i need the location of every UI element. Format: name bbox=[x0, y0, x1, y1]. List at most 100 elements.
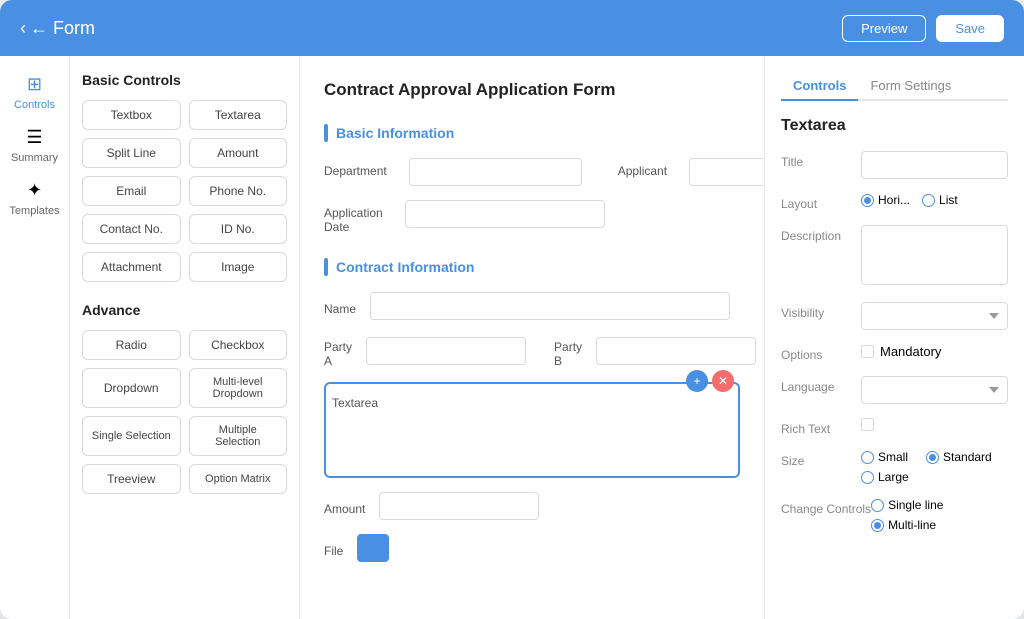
control-checkbox[interactable]: Checkbox bbox=[189, 330, 288, 360]
layout-hori-option[interactable]: Hori... bbox=[861, 193, 910, 207]
change-single-option[interactable]: Single line bbox=[871, 498, 943, 512]
control-phoneno[interactable]: Phone No. bbox=[189, 176, 288, 206]
size-small-radio bbox=[861, 451, 874, 464]
prop-richtext-label: Rich Text bbox=[781, 418, 861, 436]
control-dropdown[interactable]: Dropdown bbox=[82, 368, 181, 408]
prop-richtext-row: Rich Text bbox=[781, 418, 1008, 436]
advance-controls-grid: Radio Checkbox Dropdown Multi-level Drop… bbox=[82, 330, 287, 494]
name-row: Name bbox=[324, 292, 740, 320]
prop-language-row: Language bbox=[781, 376, 1008, 404]
sidebar-item-controls[interactable]: ⊞ Controls bbox=[0, 66, 69, 119]
partyb-label: Party B bbox=[554, 334, 582, 368]
prop-change-row: Change Controls Single line Multi-line bbox=[781, 498, 1008, 532]
tab-controls[interactable]: Controls bbox=[781, 72, 858, 101]
visibility-select[interactable] bbox=[861, 302, 1008, 330]
prop-visibility-value bbox=[861, 302, 1008, 330]
preview-button[interactable]: Preview bbox=[842, 15, 926, 42]
basic-controls-grid: Textbox Textarea Split Line Amount Email… bbox=[82, 100, 287, 282]
control-treeview[interactable]: Treeview bbox=[82, 464, 181, 494]
prop-layout-row: Layout Hori... List bbox=[781, 193, 1008, 211]
tab-form-settings[interactable]: Form Settings bbox=[858, 72, 963, 101]
size-large-option[interactable]: Large bbox=[861, 470, 909, 484]
control-email[interactable]: Email bbox=[82, 176, 181, 206]
control-idno[interactable]: ID No. bbox=[189, 214, 288, 244]
section-bar-contract bbox=[324, 258, 328, 276]
applicant-input[interactable] bbox=[689, 158, 764, 186]
header-title: ← Form bbox=[30, 18, 95, 39]
prop-description-row: Description bbox=[781, 225, 1008, 288]
layout-hori-label: Hori... bbox=[878, 193, 910, 207]
prop-title-value bbox=[861, 151, 1008, 179]
partya-input[interactable] bbox=[366, 337, 526, 365]
size-small-option[interactable]: Small bbox=[861, 450, 908, 464]
save-button[interactable]: Save bbox=[936, 15, 1004, 42]
layout-hori-radio bbox=[861, 194, 874, 207]
change-single-label: Single line bbox=[888, 498, 943, 512]
sidebar-item-templates[interactable]: ✦ Templates bbox=[0, 172, 69, 225]
controls-panel: Basic Controls Textbox Textarea Split Li… bbox=[70, 56, 300, 619]
layout-list-label: List bbox=[939, 193, 958, 207]
contract-info-title: Contract Information bbox=[336, 259, 474, 275]
richtext-checkbox[interactable] bbox=[861, 418, 874, 431]
contract-info-header: Contract Information bbox=[324, 258, 740, 276]
control-option-matrix[interactable]: Option Matrix bbox=[189, 464, 288, 494]
control-radio[interactable]: Radio bbox=[82, 330, 181, 360]
textarea-del-btn[interactable]: ✕ bbox=[712, 370, 734, 392]
appdate-label: ApplicationDate bbox=[324, 200, 383, 234]
control-contactno[interactable]: Contact No. bbox=[82, 214, 181, 244]
prop-title-row: Title bbox=[781, 151, 1008, 179]
header-actions: Preview Save bbox=[842, 15, 1004, 42]
textarea-container: + ✕ Textarea bbox=[324, 382, 740, 478]
form-title: Contract Approval Application Form bbox=[324, 80, 740, 100]
control-amount[interactable]: Amount bbox=[189, 138, 288, 168]
layout-list-option[interactable]: List bbox=[922, 193, 958, 207]
description-textarea[interactable] bbox=[861, 225, 1008, 285]
size-row-1: Small Standard bbox=[861, 450, 1008, 464]
file-upload-btn[interactable] bbox=[357, 534, 389, 562]
title-input[interactable] bbox=[861, 151, 1008, 179]
change-singleline: Single line bbox=[871, 498, 1008, 512]
control-single-selection[interactable]: Single Selection bbox=[82, 416, 181, 456]
control-attachment[interactable]: Attachment bbox=[82, 252, 181, 282]
partyb-input[interactable] bbox=[596, 337, 756, 365]
department-input[interactable] bbox=[409, 158, 582, 186]
mandatory-checkbox[interactable] bbox=[861, 345, 874, 358]
partya-label: Party A bbox=[324, 334, 352, 368]
control-image[interactable]: Image bbox=[189, 252, 288, 282]
size-standard-option[interactable]: Standard bbox=[926, 450, 992, 464]
basic-row-2: ApplicationDate bbox=[324, 200, 740, 234]
change-multi-option[interactable]: Multi-line bbox=[871, 518, 936, 532]
name-label: Name bbox=[324, 296, 356, 316]
prop-language-label: Language bbox=[781, 376, 861, 394]
templates-icon: ✦ bbox=[27, 180, 42, 201]
prop-options-row: Options Mandatory bbox=[781, 344, 1008, 362]
summary-icon: ☰ bbox=[26, 127, 42, 148]
textarea-inner: Textarea bbox=[328, 386, 736, 474]
right-tabs: Controls Form Settings bbox=[781, 72, 1008, 101]
file-row: File bbox=[324, 534, 740, 562]
amount-input[interactable] bbox=[379, 492, 539, 520]
control-textarea[interactable]: Textarea bbox=[189, 100, 288, 130]
sidebar-label-templates: Templates bbox=[9, 205, 59, 217]
textarea-add-btn[interactable]: + bbox=[686, 370, 708, 392]
control-textbox[interactable]: Textbox bbox=[82, 100, 181, 130]
applicant-label: Applicant bbox=[618, 158, 667, 178]
size-small-label: Small bbox=[878, 450, 908, 464]
control-splitline[interactable]: Split Line bbox=[82, 138, 181, 168]
control-multiple-selection[interactable]: Multiple Selection bbox=[189, 416, 288, 456]
department-label: Department bbox=[324, 158, 387, 178]
name-input[interactable] bbox=[370, 292, 730, 320]
amount-row: Amount bbox=[324, 492, 740, 520]
department-field: Department bbox=[324, 158, 393, 178]
appdate-input[interactable] bbox=[405, 200, 605, 228]
back-button[interactable]: ‹ ← Form bbox=[20, 18, 95, 39]
sidebar-label-controls: Controls bbox=[14, 99, 55, 111]
textarea-input[interactable] bbox=[384, 390, 732, 470]
amount-label: Amount bbox=[324, 496, 365, 516]
size-standard-label: Standard bbox=[943, 450, 992, 464]
prop-language-value bbox=[861, 376, 1008, 404]
size-large-radio bbox=[861, 471, 874, 484]
sidebar-item-summary[interactable]: ☰ Summary bbox=[0, 119, 69, 172]
language-select[interactable] bbox=[861, 376, 1008, 404]
control-multilevel[interactable]: Multi-level Dropdown bbox=[189, 368, 288, 408]
